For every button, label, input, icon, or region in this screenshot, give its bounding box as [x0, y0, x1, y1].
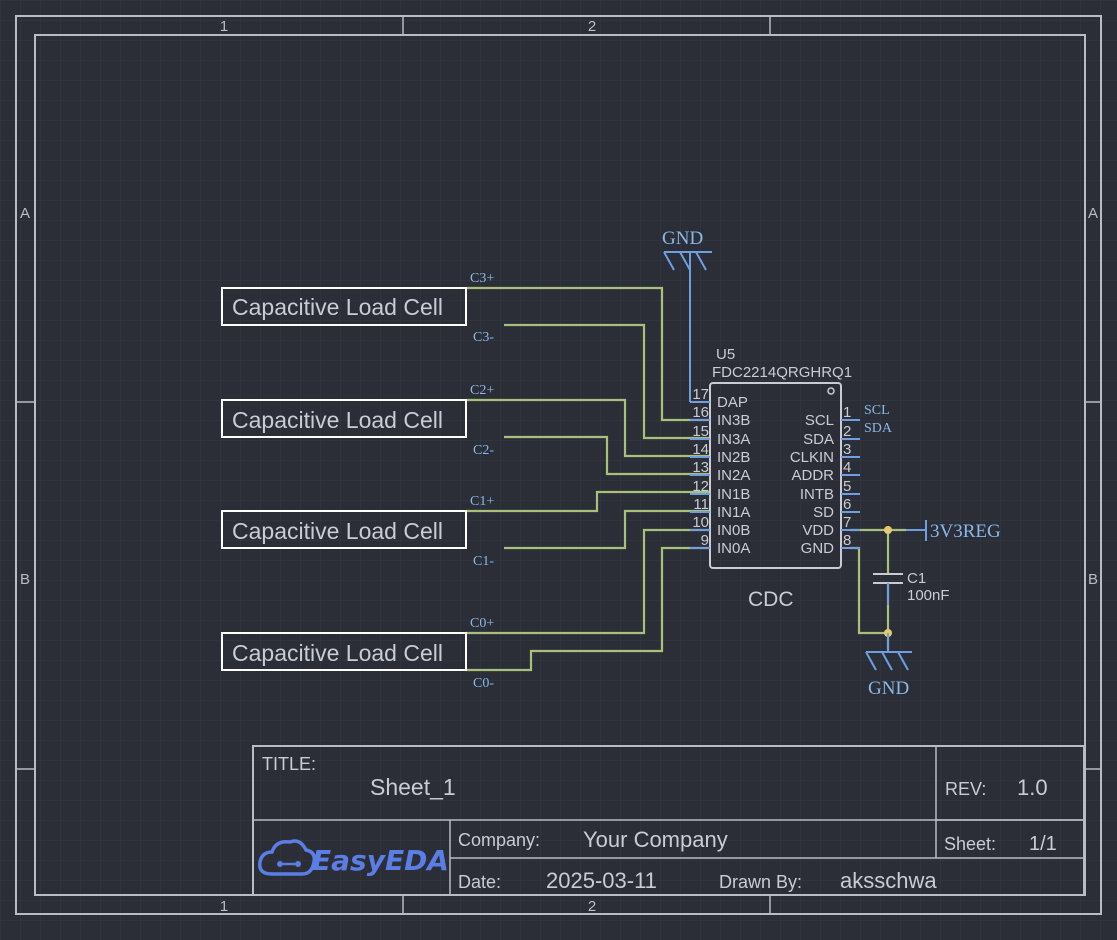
load-cell-label: Capacitive Load Cell: [232, 407, 443, 433]
date-label: Date:: [458, 872, 501, 892]
net-label-c1-neg: C1-: [473, 554, 494, 569]
pin-name: IN1B: [717, 486, 750, 503]
load-cell-label: Capacitive Load Cell: [232, 640, 443, 666]
pin-name: SDA: [803, 431, 834, 448]
pin-name: SD: [813, 504, 834, 521]
load-cell-label: Capacitive Load Cell: [232, 294, 443, 320]
pin-number: 12: [692, 478, 709, 495]
pin-number: 14: [692, 441, 709, 458]
capacitor-designator: C1: [907, 570, 926, 587]
pin-number: 7: [843, 514, 851, 531]
pin-name: IN3A: [717, 431, 750, 448]
net-label-c3-neg: C3-: [473, 330, 494, 345]
ic-designator: U5: [716, 346, 735, 363]
col-label-bottom-1: 1: [220, 898, 228, 915]
load-cell-block-3[interactable]: Capacitive Load Cell: [221, 287, 467, 326]
drawn-by-label: Drawn By:: [719, 872, 802, 892]
title-value: Sheet_1: [370, 774, 456, 800]
pin-name: IN3B: [717, 412, 750, 429]
net-label-c0-neg: C0-: [473, 676, 494, 691]
pin-name: IN2A: [717, 467, 750, 484]
pin-number: 13: [692, 459, 709, 476]
pin-name: IN1A: [717, 504, 750, 521]
net-label-scl: SCL: [864, 403, 890, 418]
pin-name: SCL: [805, 412, 834, 429]
company-label: Company:: [458, 830, 540, 850]
pin-name: IN0B: [717, 522, 750, 539]
net-label-c2-pos: C2+: [470, 383, 494, 398]
rev-value: 1.0: [1017, 775, 1048, 800]
pin-number: 16: [692, 404, 709, 421]
pin-number: 8: [843, 532, 851, 549]
gnd-top-label: GND: [662, 228, 703, 249]
net-label-c0-pos: C0+: [470, 616, 494, 631]
pin-number: 6: [843, 496, 851, 513]
net-label-c1-pos: C1+: [470, 494, 494, 509]
sheet-value: 1/1: [1029, 833, 1057, 855]
title-label: TITLE:: [262, 754, 316, 774]
junction-dot: [884, 526, 892, 534]
drawn-by-value: aksschwa: [840, 868, 937, 893]
pin-number: 5: [843, 478, 851, 495]
row-label-left-a: A: [20, 205, 30, 222]
pin-number: 3: [843, 441, 851, 458]
pin-number: 15: [692, 423, 709, 440]
col-label-top-1: 1: [220, 18, 228, 35]
ic-part-number: FDC2214QRGHRQ1: [712, 364, 852, 381]
net-label-c3-pos: C3+: [470, 271, 494, 286]
col-label-bottom-2: 2: [588, 898, 596, 915]
pin-number: 4: [843, 459, 851, 476]
sheet-label: Sheet:: [944, 834, 996, 854]
pin-name: CLKIN: [790, 449, 834, 466]
row-label-right-b: B: [1088, 571, 1098, 588]
pin-name: GND: [801, 540, 835, 557]
net-label-sda: SDA: [864, 421, 893, 436]
background-grid: [0, 0, 1117, 940]
company-value: Your Company: [583, 827, 728, 852]
col-label-top-2: 2: [588, 18, 596, 35]
pin-name: IN2B: [717, 449, 750, 466]
row-label-right-a: A: [1088, 205, 1098, 222]
date-value: 2025-03-11: [546, 868, 657, 893]
gnd-bottom-label: GND: [868, 678, 909, 699]
logo-text: EasyEDA: [312, 844, 449, 877]
pin-number: 1: [843, 404, 851, 421]
net-label-c2-neg: C2-: [473, 443, 494, 458]
load-cell-label: Capacitive Load Cell: [232, 518, 443, 544]
pin-number: 10: [692, 514, 709, 531]
pin-name: DAP: [717, 394, 748, 411]
pin-number: 17: [692, 386, 709, 403]
pin-name: IN0A: [717, 540, 750, 557]
pin-number: 9: [701, 532, 709, 549]
schematic-canvas: 1 2 1 2 A B A B Capacitive Load Cell C3+…: [0, 0, 1117, 940]
power-label: 3V3REG: [930, 521, 1001, 542]
pin-number: 11: [693, 496, 709, 513]
row-label-left-b: B: [20, 571, 30, 588]
capacitor-value: 100nF: [907, 587, 950, 604]
pin-name: ADDR: [791, 467, 834, 484]
pin-name: VDD: [802, 522, 834, 539]
pin-name: INTB: [800, 486, 834, 503]
pin-number: 2: [843, 423, 851, 440]
rev-label: REV:: [945, 779, 986, 799]
ic-name: CDC: [748, 588, 794, 611]
